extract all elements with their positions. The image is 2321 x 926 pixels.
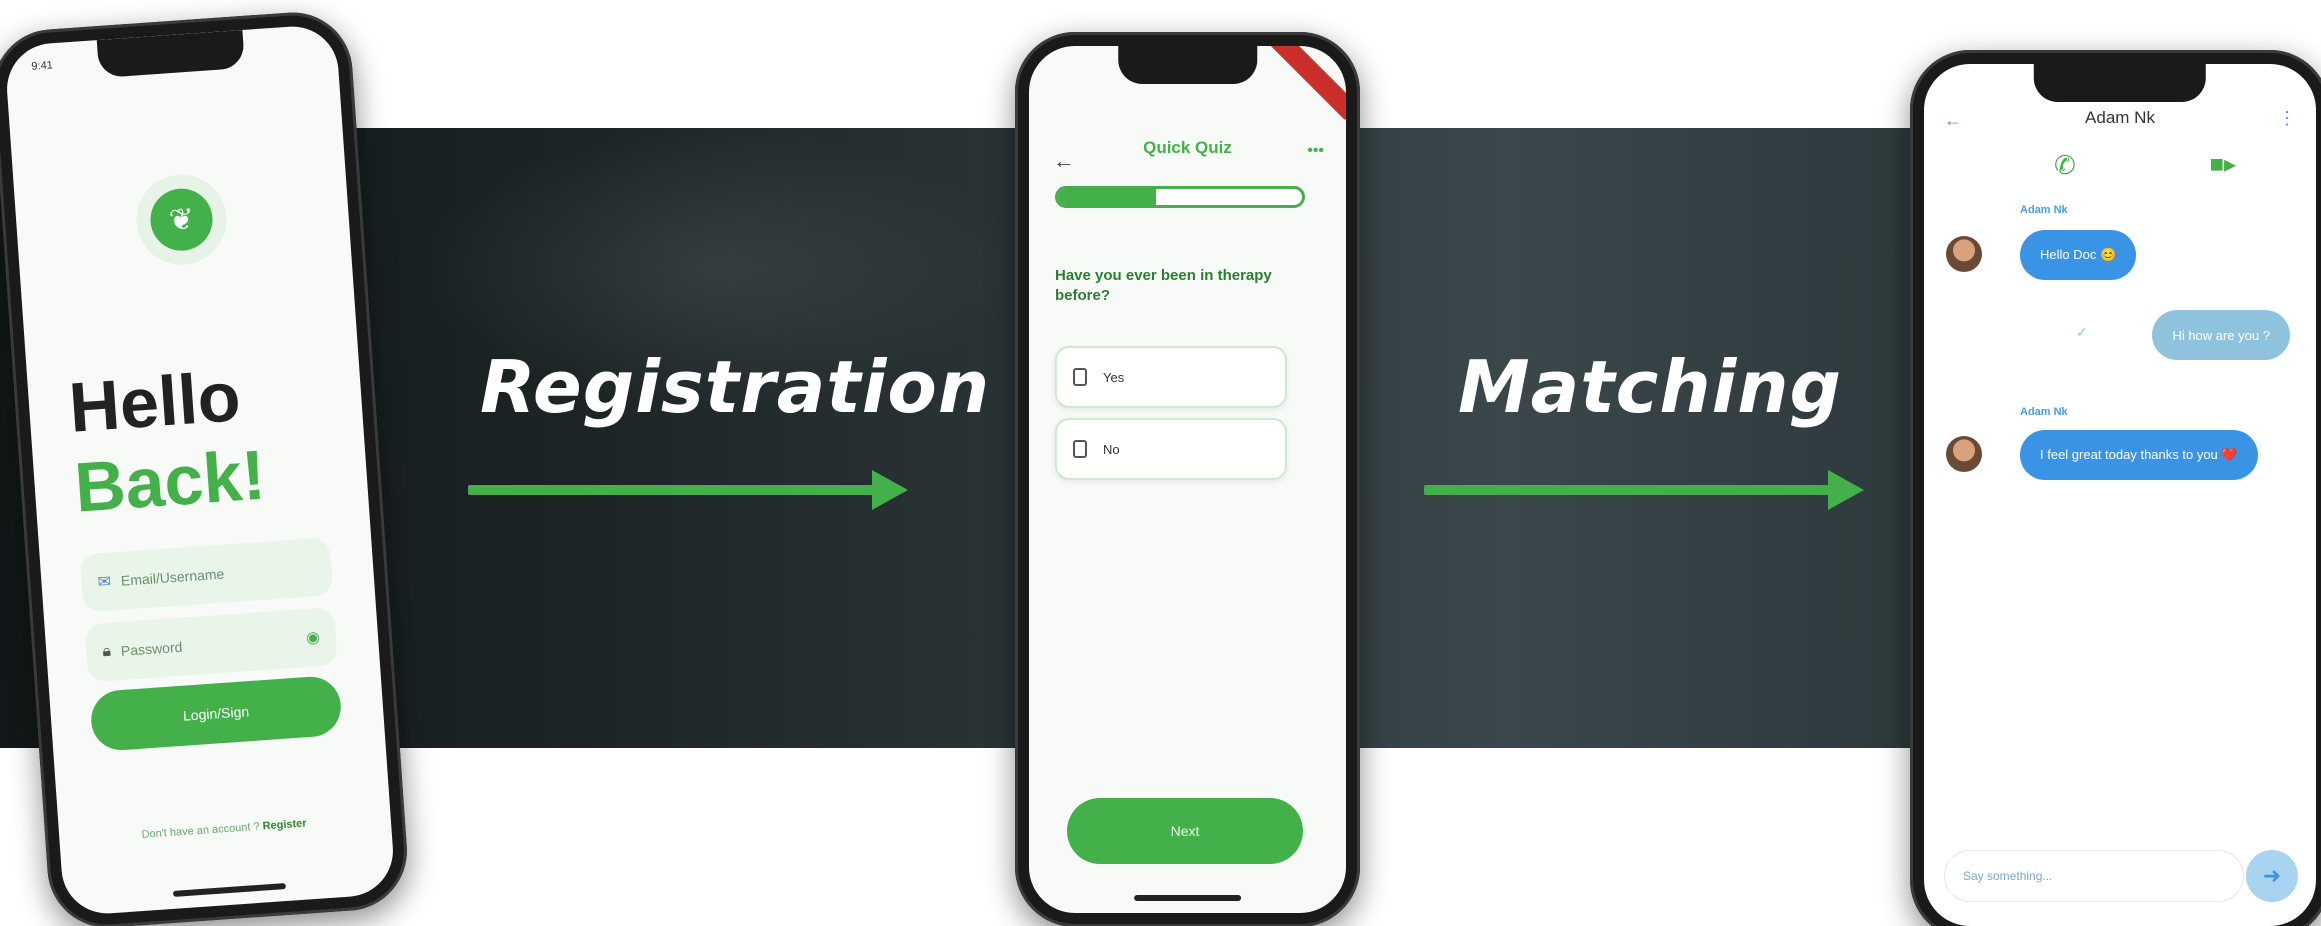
message-sender: Adam Nk xyxy=(2020,406,2068,418)
heading-hello: Hello xyxy=(66,357,243,447)
home-indicator xyxy=(172,883,286,897)
status-time: 9:41 xyxy=(31,59,54,73)
message-bubble-incoming: Hello Doc 😊 xyxy=(2020,230,2137,280)
phone-notch xyxy=(96,29,246,79)
quiz-progress-fill xyxy=(1058,189,1156,205)
chat-screen: ← Adam Nk ⋮ ✆ ■▸ Adam Nk Hello Doc 😊 ✓ H… xyxy=(1924,64,2316,926)
next-button[interactable]: Next xyxy=(1067,798,1303,864)
read-check-icon: ✓ xyxy=(2076,324,2088,340)
avatar xyxy=(1946,436,1982,472)
phone-chat: ← Adam Nk ⋮ ✆ ■▸ Adam Nk Hello Doc 😊 ✓ H… xyxy=(1910,50,2321,926)
arrow-right-icon: ➜ xyxy=(2262,863,2282,888)
quiz-title: Quick Quiz xyxy=(1143,138,1232,157)
signup-row: Don't have an account ? Register xyxy=(99,814,349,843)
email-icon: ✉ xyxy=(97,573,112,592)
video-call-icon[interactable]: ■▸ xyxy=(2209,150,2236,179)
email-field[interactable]: ✉ Email/Username xyxy=(79,537,334,613)
eye-icon[interactable]: ◉ xyxy=(305,627,320,648)
quiz-screen: ← Quick Quiz ••• Have you ever been in t… xyxy=(1029,46,1346,913)
message-bubble-outgoing: Hi how are you ? xyxy=(2152,310,2290,360)
phone-quiz: ← Quick Quiz ••• Have you ever been in t… xyxy=(1015,32,1360,926)
email-placeholder: Email/Username xyxy=(120,565,225,589)
signup-prompt: Don't have an account ? xyxy=(141,820,261,841)
menu-icon[interactable]: ••• xyxy=(1307,142,1324,160)
app-logo: ❦ xyxy=(133,171,230,268)
option-yes[interactable]: Yes xyxy=(1055,346,1287,408)
login-button[interactable]: Login/Sign xyxy=(89,674,343,753)
phone-notch xyxy=(1117,46,1258,84)
caption-matching: Matching xyxy=(1458,345,1843,429)
phone-login: 9:41 ❦ Hello Back! ✉ Email/Username 🔒︎ P… xyxy=(0,8,411,926)
phone-call-icon[interactable]: ✆ xyxy=(2054,150,2076,181)
option-label: Yes xyxy=(1103,369,1125,385)
checkbox-icon[interactable] xyxy=(1073,440,1087,458)
quiz-question: Have you ever been in therapy before? xyxy=(1055,267,1272,305)
home-indicator xyxy=(1133,895,1242,901)
avatar xyxy=(1946,236,1982,272)
heading-back: Back! xyxy=(72,435,268,527)
login-screen: 9:41 ❦ Hello Back! ✉ Email/Username 🔒︎ P… xyxy=(3,23,397,917)
password-field[interactable]: 🔒︎ Password ◉ xyxy=(84,606,338,683)
message-input-placeholder: Say something... xyxy=(1963,869,2053,883)
option-label: No xyxy=(1103,441,1120,457)
message-input[interactable]: Say something... xyxy=(1944,850,2244,902)
message-sender: Adam Nk xyxy=(2020,204,2068,216)
option-no[interactable]: No xyxy=(1055,418,1287,480)
contact-name: Adam Nk xyxy=(2085,108,2155,127)
quiz-progress-bar xyxy=(1055,186,1305,208)
arrow-matching xyxy=(1424,470,1864,510)
arrow-registration xyxy=(468,470,908,510)
checkbox-icon[interactable] xyxy=(1073,368,1087,386)
more-icon[interactable]: ⋮ xyxy=(2278,108,2296,129)
leaf-hand-icon: ❦ xyxy=(148,186,215,253)
message-bubble-incoming: I feel great today thanks to you ❤️ xyxy=(2020,430,2258,480)
debug-ribbon xyxy=(1267,46,1346,120)
caption-registration: Registration xyxy=(480,345,991,429)
lock-icon: 🔒︎ xyxy=(101,642,112,661)
password-placeholder: Password xyxy=(120,638,183,659)
register-link[interactable]: Register xyxy=(262,817,307,832)
phone-notch xyxy=(2033,64,2207,102)
send-button[interactable]: ➜ xyxy=(2246,850,2298,902)
